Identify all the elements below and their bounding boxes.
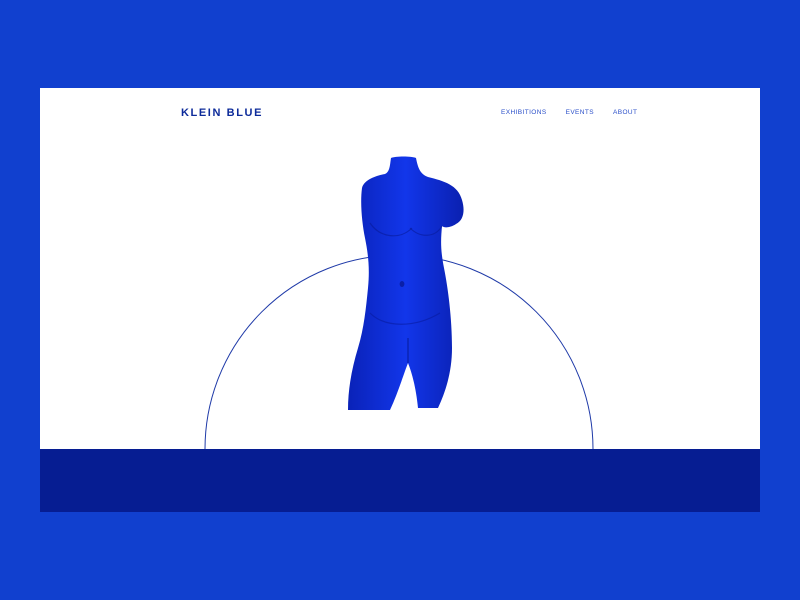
page-canvas: KLEIN BLUE EXHIBITIONS EVENTS ABOUT: [40, 88, 760, 512]
floor-band: [40, 449, 760, 512]
